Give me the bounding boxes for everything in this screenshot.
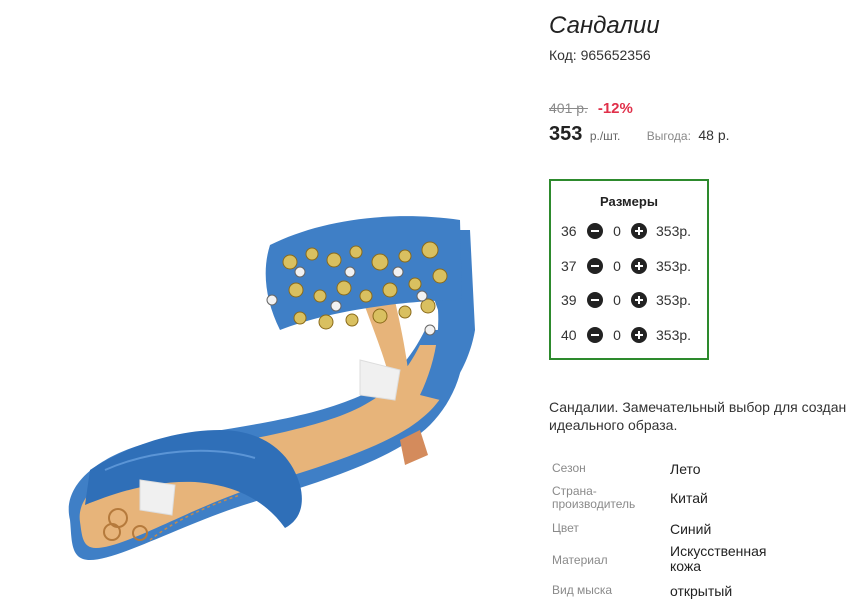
spec-label: Сезон (552, 461, 586, 475)
old-price: 401 р. (549, 100, 588, 116)
size-row-39: 39 0 353р. (561, 290, 691, 310)
spec-value: Китай (670, 490, 708, 506)
size-label: 40 (561, 327, 577, 343)
size-row-36: 36 0 353р. (561, 221, 691, 241)
plus-icon[interactable] (631, 327, 647, 343)
quantity-value: 0 (613, 223, 621, 239)
savings-value: 48 р. (698, 127, 730, 143)
product-code: Код: 965652356 (549, 47, 651, 63)
size-label: 37 (561, 258, 577, 274)
spec-label: Цвет (552, 521, 579, 535)
price-unit: р./шт. (589, 129, 621, 143)
plus-icon[interactable] (631, 223, 647, 239)
size-label: 36 (561, 223, 577, 239)
quantity-value: 0 (613, 292, 621, 308)
size-price: 353р. (656, 327, 692, 343)
size-price: 353р. (656, 223, 692, 239)
sizes-selector: Размеры 36 0 353р. 37 0 353р. 39 0 353р.… (549, 179, 709, 360)
discount-badge: -12% (597, 100, 633, 117)
sandal-illustration (68, 216, 475, 560)
size-row-40: 40 0 353р. (561, 325, 691, 345)
minus-icon[interactable] (587, 292, 603, 308)
size-row-37: 37 0 353р. (561, 256, 691, 276)
minus-icon[interactable] (587, 223, 603, 239)
spec-label: Вид мыска (552, 583, 613, 597)
spec-value: открытый (670, 583, 733, 599)
old-price-row: 401 р. -12% (549, 100, 633, 117)
quantity-value: 0 (613, 327, 621, 343)
description-line: идеального образа. (549, 417, 678, 433)
sizes-title: Размеры (600, 194, 658, 209)
spec-value: Искусственная кожа (670, 543, 767, 574)
product-description: Сандалии. Замечательный выбор для создан… (549, 398, 846, 434)
price-row: 353 р./шт. Выгода: 48 р. (549, 123, 730, 146)
minus-icon[interactable] (587, 258, 603, 274)
product-image[interactable] (0, 0, 520, 614)
quantity-value: 0 (613, 258, 621, 274)
size-price: 353р. (656, 292, 692, 308)
size-label: 39 (561, 292, 577, 308)
size-price: 353р. (656, 258, 692, 274)
description-line: Сандалии. Замечательный выбор для создан (549, 399, 847, 415)
spec-label: Страна- производитель (552, 484, 636, 511)
product-title: Сандалии (549, 12, 660, 39)
spec-value: Лето (670, 461, 701, 477)
current-price: 353 (549, 123, 583, 145)
plus-icon[interactable] (631, 292, 647, 308)
savings-label: Выгода: (646, 129, 691, 143)
plus-icon[interactable] (631, 258, 647, 274)
minus-icon[interactable] (587, 327, 603, 343)
spec-value: Синий (670, 521, 712, 537)
spec-label: Материал (552, 553, 608, 567)
